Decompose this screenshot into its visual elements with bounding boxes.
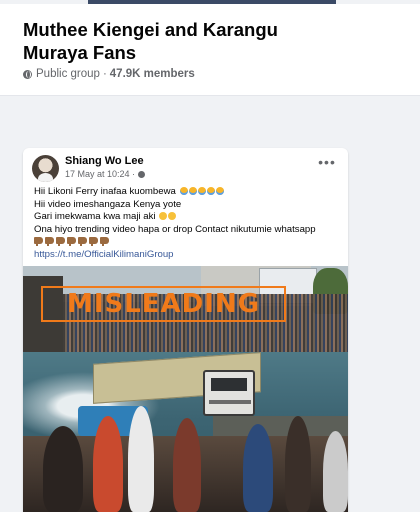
avatar[interactable] [32, 155, 59, 182]
photo-person [173, 418, 201, 512]
post-line: Hii Likoni Ferry inafaa kuombewa [34, 186, 344, 199]
photo-person [285, 416, 311, 512]
crying-face-emoji [215, 187, 224, 195]
crying-face-emoji [197, 187, 206, 195]
globe-icon [138, 170, 146, 178]
post-line-text: Hii video imeshangaza Kenya yote [34, 198, 182, 210]
pointing-down-hand-emoji [45, 237, 54, 247]
post-line: Ona hiyo trending video hapa or drop Con… [34, 224, 344, 237]
group-name[interactable]: Muthee Kiengei and Karangu Muraya Fans [23, 18, 323, 64]
post-timestamp[interactable]: 17 May at 10:24 · [65, 169, 146, 179]
photo-person [243, 424, 273, 512]
post-line-text: Hii Likoni Ferry inafaa kuombewa [34, 186, 176, 197]
pointing-down-hand-emoji [56, 237, 65, 247]
more-options-button[interactable]: ••• [318, 155, 336, 171]
misleading-label: MISLEADING [66, 289, 261, 319]
group-header: Muthee Kiengei and Karangu Muraya Fans P… [0, 4, 420, 96]
post-card: Shiang Wo Lee 17 May at 10:24 · ••• Hii … [23, 148, 348, 512]
photo-truck [203, 370, 255, 416]
post-line: Hii video imeshangaza Kenya yote [34, 199, 344, 212]
group-meta: Public group · 47.9K members [23, 68, 195, 80]
pointing-down-hand-emoji [78, 237, 87, 247]
crying-face-emoji [179, 187, 188, 195]
sad-face-emoji [159, 212, 168, 221]
misleading-stamp: MISLEADING [41, 286, 286, 322]
post-author[interactable]: Shiang Wo Lee [65, 155, 144, 167]
photo-person [93, 416, 123, 512]
post-text: Hii Likoni Ferry inafaa kuombewa Hii vid… [34, 186, 344, 262]
post-time-text: 17 May at 10:24 · [65, 169, 136, 179]
group-privacy: Public group [36, 68, 100, 80]
post-header: Shiang Wo Lee 17 May at 10:24 · ••• [23, 148, 348, 188]
photo-person [128, 406, 154, 512]
crying-face-emoji [188, 187, 197, 195]
pointing-down-hand-emoji [34, 237, 43, 247]
emoji-row [34, 236, 344, 249]
meta-separator: · [102, 68, 107, 80]
post-line-text: Ona hiyo trending video hapa or drop Con… [34, 223, 316, 235]
sad-face-emoji [168, 212, 177, 221]
post-line-text: Gari imekwama kwa maji aki [34, 211, 156, 223]
pointing-down-hand-emoji [67, 237, 76, 247]
pointing-down-hand-emoji [100, 237, 109, 247]
group-members-count[interactable]: 47.9K members [110, 68, 195, 80]
post-link[interactable]: https://t.me/OfficialKilimaniGroup [34, 249, 174, 260]
photo-person [43, 426, 83, 512]
post-line: https://t.me/OfficialKilimaniGroup [34, 249, 344, 262]
photo-person [323, 431, 348, 512]
globe-icon [23, 69, 32, 79]
post-line: Gari imekwama kwa maji aki [34, 211, 344, 224]
post-photo[interactable]: MISLEADING [23, 266, 348, 512]
pointing-down-hand-emoji [89, 237, 98, 247]
crying-face-emoji [206, 187, 215, 195]
